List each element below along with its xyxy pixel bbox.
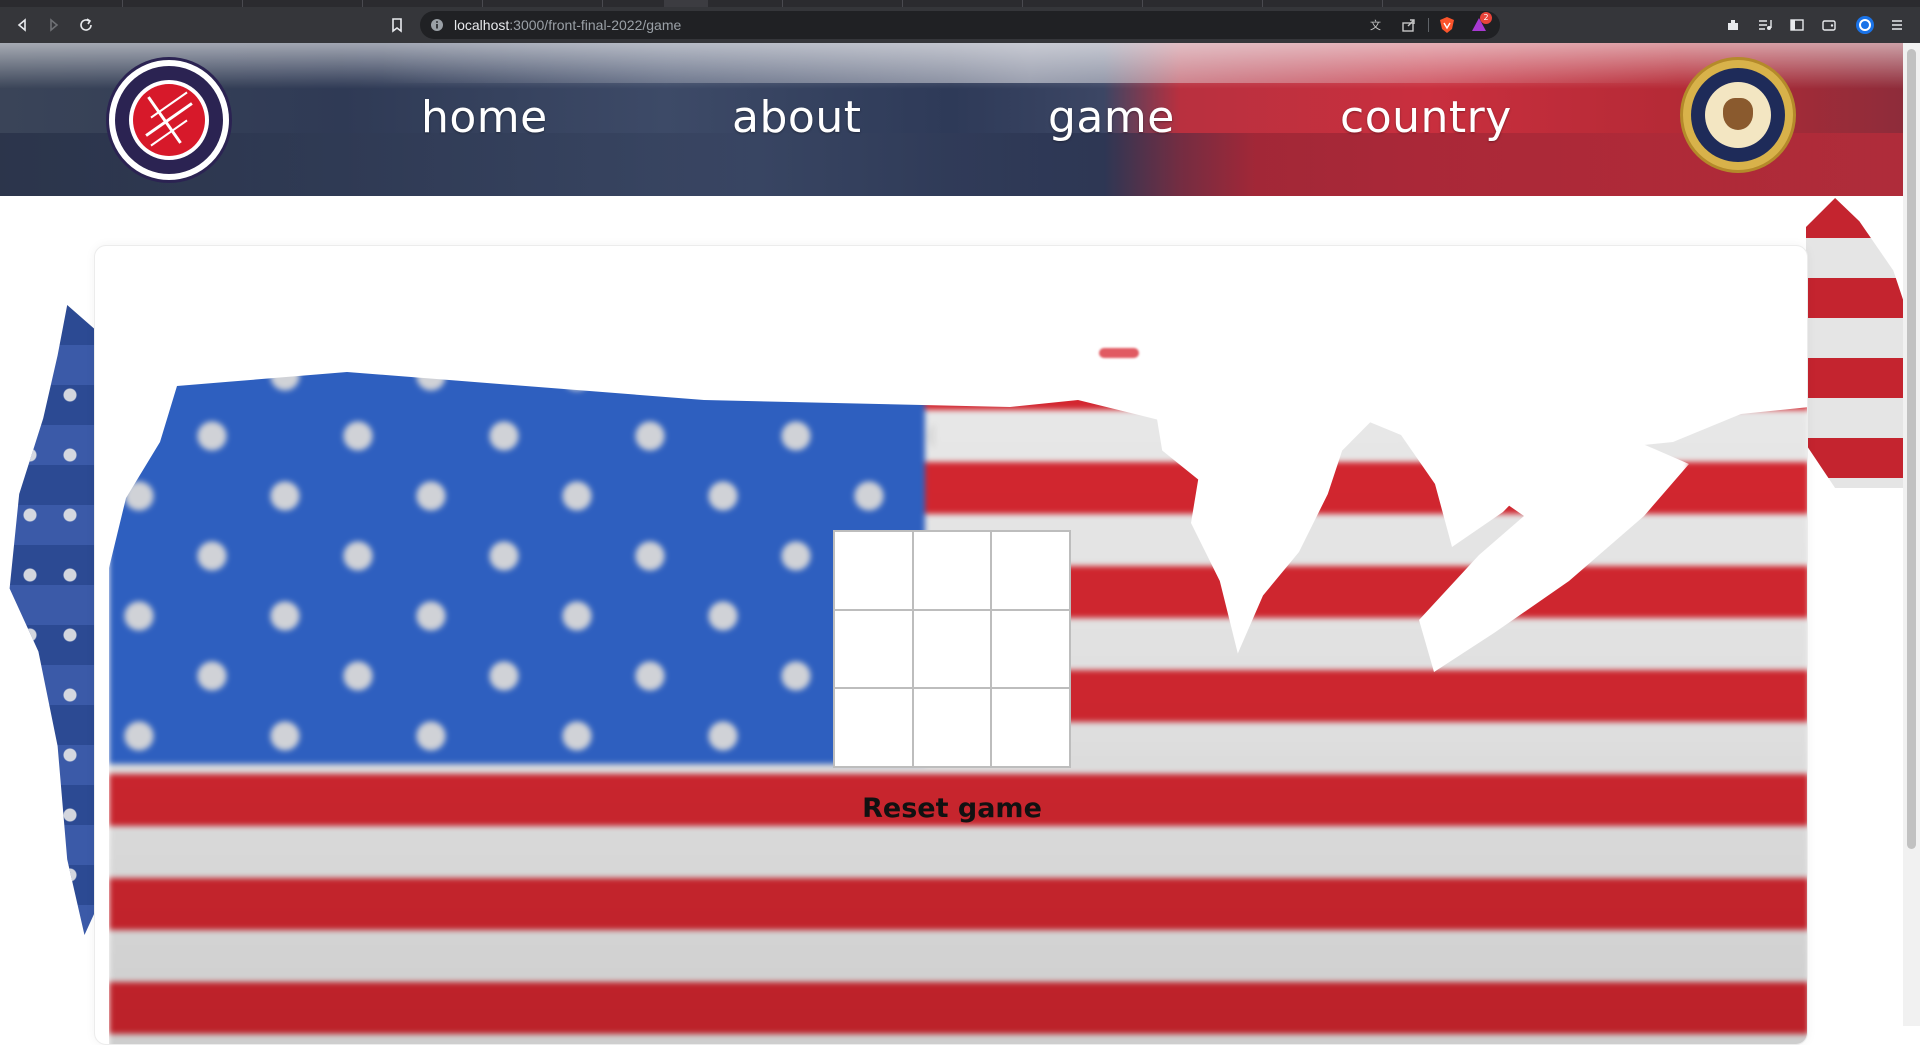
board-cell-5[interactable]: [912, 609, 992, 689]
tab-separator: [1142, 0, 1143, 7]
tab-separator: [1022, 0, 1023, 7]
nav-country[interactable]: country: [1340, 92, 1512, 143]
extensions-icon[interactable]: [1722, 14, 1744, 36]
url-host: localhost: [454, 17, 510, 33]
notification-badge: 2: [1480, 12, 1492, 24]
page-scrollbar[interactable]: [1903, 43, 1920, 1026]
tab-separator: [902, 0, 903, 7]
tic-tac-toe-board: [833, 530, 1071, 768]
eagle-icon: [1723, 98, 1753, 130]
menu-icon[interactable]: [1886, 14, 1908, 36]
flag-canton: [109, 372, 935, 772]
svg-text:文: 文: [1370, 18, 1381, 32]
site-info-icon[interactable]: [426, 14, 448, 36]
board-cell-1[interactable]: [834, 531, 913, 610]
tab-separator: [1382, 0, 1383, 7]
bookmark-icon[interactable]: [386, 14, 408, 36]
board-cell-2[interactable]: [912, 531, 992, 610]
divider: [1428, 18, 1429, 32]
nav-home[interactable]: home: [421, 92, 548, 143]
presidential-seal-logo[interactable]: [1680, 57, 1796, 173]
media-icon[interactable]: [1754, 14, 1776, 36]
board-cell-9[interactable]: [991, 688, 1070, 767]
reset-game-button[interactable]: Reset game: [820, 790, 1084, 826]
tab-separator: [242, 0, 243, 7]
scrollbar-thumb[interactable]: [1907, 49, 1916, 849]
board-cell-3[interactable]: [991, 531, 1070, 610]
brave-rewards-icon[interactable]: 2: [1468, 12, 1492, 36]
reload-icon[interactable]: [75, 14, 97, 36]
board-cell-8[interactable]: [912, 688, 992, 767]
brave-shield-icon[interactable]: [1436, 14, 1458, 36]
site-header: home about game country: [0, 43, 1903, 196]
stars-pattern: [10, 365, 90, 885]
share-icon[interactable]: [1398, 14, 1420, 36]
forward-icon[interactable]: [43, 14, 65, 36]
browser-toolbar: localhost:3000/front-final-2022/game 文 2: [0, 7, 1920, 43]
active-tab[interactable]: [664, 0, 708, 7]
translate-icon[interactable]: 文: [1366, 14, 1388, 36]
board-cell-4[interactable]: [834, 609, 913, 689]
main-nav: home about game country: [0, 43, 1903, 196]
tab-separator: [122, 0, 123, 7]
board-cell-6[interactable]: [991, 609, 1070, 689]
tab-separator: [362, 0, 363, 7]
tab-separator: [782, 0, 783, 7]
sidebar-icon[interactable]: [1786, 14, 1808, 36]
back-icon[interactable]: [11, 14, 33, 36]
tab-separator: [1262, 0, 1263, 7]
address-bar[interactable]: localhost:3000/front-final-2022/game 文 2: [420, 11, 1500, 39]
tab-separator: [602, 0, 603, 7]
tab-separator: [482, 0, 483, 7]
wallet-icon[interactable]: [1818, 14, 1840, 36]
profile-icon[interactable]: [1854, 14, 1876, 36]
url-text[interactable]: localhost:3000/front-final-2022/game: [454, 17, 681, 33]
nav-game[interactable]: game: [1048, 92, 1175, 143]
board-cell-7[interactable]: [834, 688, 913, 767]
flag-stars: [119, 372, 935, 772]
url-path: :3000/front-final-2022/game: [509, 17, 682, 33]
background-flag-right: [1806, 198, 1903, 488]
nav-about[interactable]: about: [732, 92, 861, 143]
map-fragment: [1099, 348, 1139, 358]
browser-tabstrip: [0, 0, 1920, 7]
background-flag-left: [9, 305, 96, 935]
